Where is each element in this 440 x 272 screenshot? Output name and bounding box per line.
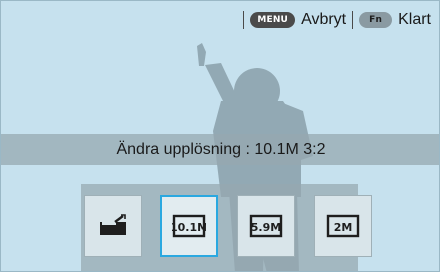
resolution-label: 10.1M — [172, 221, 206, 234]
resolution-2m-icon: 2M — [326, 214, 360, 238]
divider — [243, 11, 245, 29]
resolution-option-custom[interactable] — [84, 195, 142, 257]
resolution-label: 2M — [334, 221, 353, 234]
divider — [352, 11, 354, 29]
softkey-bar: MENU Avbryt Fn Klart — [243, 9, 431, 31]
status-text: Ändra upplösning : 10.1M 3:2 — [116, 140, 326, 158]
status-strip: Ändra upplösning : 10.1M 3:2 — [1, 134, 439, 165]
custom-ratio-icon — [100, 214, 126, 235]
resolution-5-9m-icon: 5.9M — [249, 214, 283, 238]
resolution-10-1m-icon: 10.1M — [172, 214, 206, 238]
cancel-label[interactable]: Avbryt — [301, 11, 346, 29]
resolution-option-10-1m[interactable]: 10.1M — [160, 195, 218, 257]
done-label[interactable]: Klart — [398, 11, 431, 29]
resolution-option-5-9m[interactable]: 5.9M — [237, 195, 295, 257]
resolution-option-2m[interactable]: 2M — [314, 195, 372, 257]
resolution-label: 5.9M — [251, 221, 281, 234]
menu-key[interactable]: MENU — [250, 12, 296, 28]
fn-key[interactable]: Fn — [359, 12, 393, 28]
camera-screen: MENU Avbryt Fn Klart Ändra upplösning : … — [0, 0, 440, 272]
